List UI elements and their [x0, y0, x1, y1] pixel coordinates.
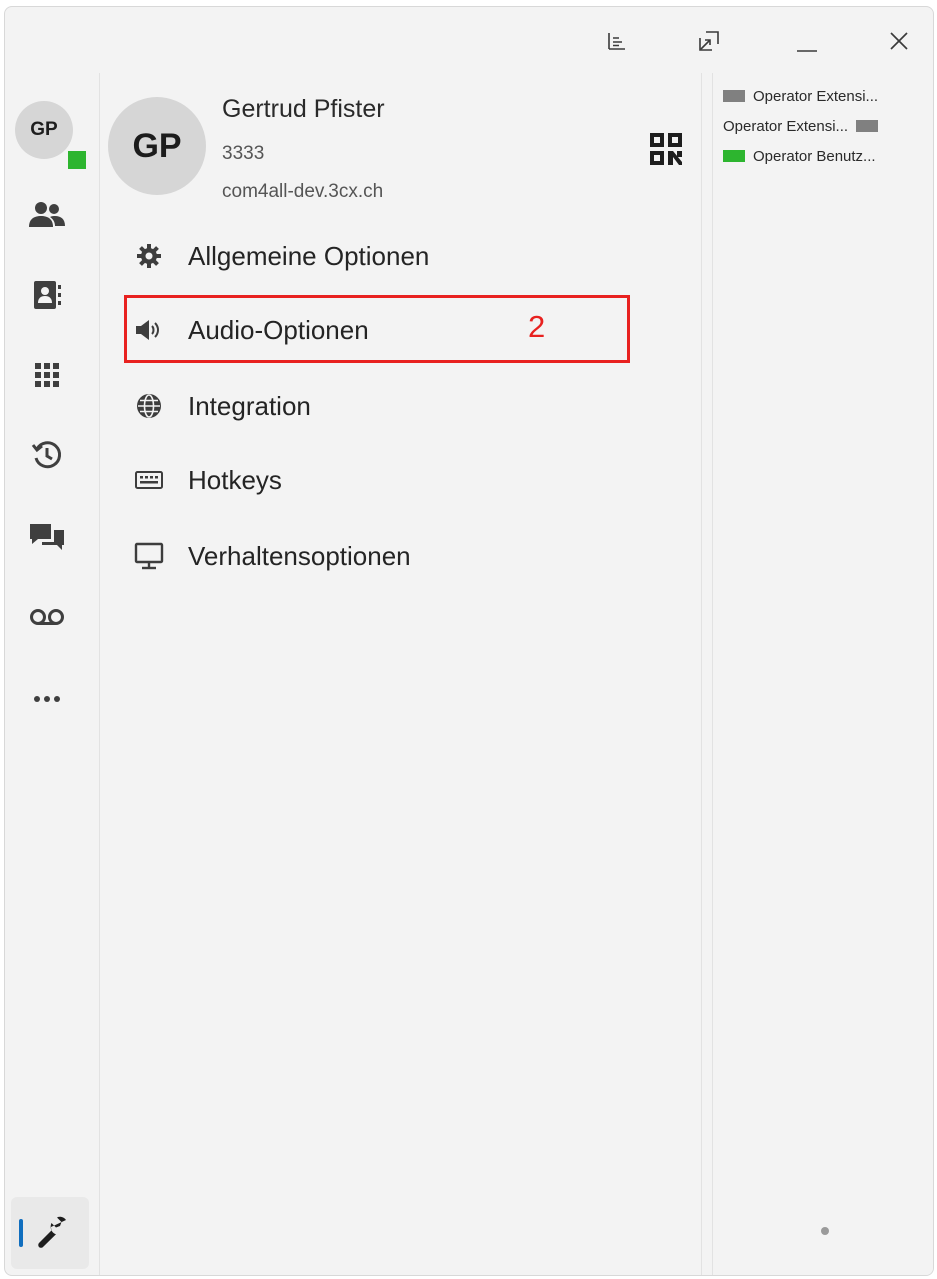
people-icon[interactable]: [27, 195, 67, 235]
menu-item-integration[interactable]: Integration: [124, 375, 684, 437]
blf-status-square: [856, 120, 879, 132]
page-indicator-dot[interactable]: [821, 1227, 829, 1235]
blf-status-square: [723, 150, 745, 162]
profile-avatar: GP: [108, 97, 206, 195]
blf-item[interactable]: Operator Extensi...: [723, 85, 878, 107]
blf-label: Operator Extensi...: [723, 117, 849, 135]
menu-item-label: Verhaltensoptionen: [188, 540, 411, 571]
menu-item-label: Allgemeine Optionen: [188, 240, 430, 271]
voicemail-icon[interactable]: [27, 597, 67, 637]
blf-label: Operator Benutz...: [753, 147, 876, 165]
gear-icon: [134, 241, 164, 271]
monitor-icon: [134, 541, 164, 571]
close-icon[interactable]: [877, 19, 921, 63]
wrench-icon: [37, 1215, 69, 1254]
keyboard-icon: [134, 465, 164, 495]
list-view-icon[interactable]: [595, 19, 639, 63]
annotation-highlight-box: [124, 295, 630, 363]
app-window: GP GP Gertrud Pfister 3333 com4all-dev.3…: [4, 6, 934, 1276]
qr-code-icon[interactable]: [646, 129, 686, 169]
presence-indicator: [68, 151, 86, 169]
user-initials: GP: [30, 119, 58, 140]
contacts-icon[interactable]: [27, 275, 67, 315]
settings-panel: GP Gertrud Pfister 3333 com4all-dev.3cx.…: [99, 73, 702, 1275]
annotation-number: 2: [528, 309, 546, 344]
globe-icon: [134, 391, 164, 421]
menu-item-hotkeys[interactable]: Hotkeys: [124, 449, 684, 511]
profile-extension: 3333: [222, 143, 265, 164]
menu-item-allgemeine-optionen[interactable]: Allgemeine Optionen: [124, 225, 684, 287]
active-indicator: [19, 1219, 23, 1247]
history-icon[interactable]: [27, 435, 67, 475]
user-avatar[interactable]: GP: [15, 101, 73, 159]
profile-initials: GP: [132, 126, 182, 165]
blf-label: Operator Extensi...: [753, 87, 879, 105]
minimize-icon[interactable]: [785, 19, 829, 63]
profile-name: Gertrud Pfister: [222, 95, 385, 123]
profile-domain: com4all-dev.3cx.ch: [222, 181, 384, 202]
menu-item-label: Integration: [188, 390, 311, 421]
menu-item-label: Hotkeys: [188, 464, 282, 495]
dialpad-icon[interactable]: [27, 355, 67, 395]
blf-item[interactable]: Operator Extensi...: [723, 115, 879, 137]
settings-nav-item[interactable]: [11, 1197, 89, 1269]
menu-item-verhaltensoptionen[interactable]: Verhaltensoptionen: [124, 525, 684, 587]
blf-item[interactable]: Operator Benutz...: [723, 145, 876, 167]
title-bar: [5, 7, 933, 73]
blf-status-square: [723, 90, 745, 102]
blf-panel: Operator Extensi... Operator Extensi... …: [712, 73, 933, 1275]
nav-rail: GP: [5, 73, 99, 1275]
chat-icon[interactable]: [27, 517, 67, 557]
more-icon[interactable]: [27, 679, 67, 719]
pop-out-icon[interactable]: [687, 19, 731, 63]
